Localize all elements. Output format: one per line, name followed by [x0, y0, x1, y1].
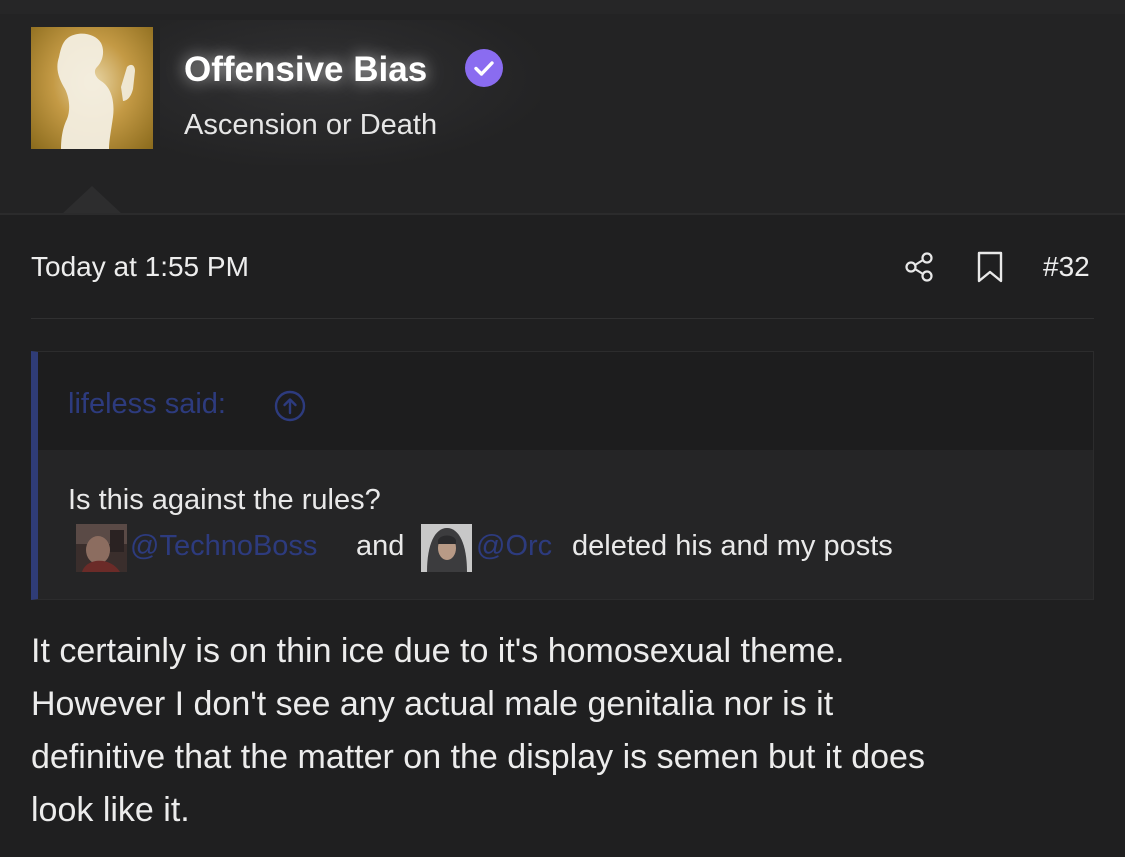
mention-connector: and [356, 530, 405, 562]
meta-divider [31, 318, 1094, 319]
author-name[interactable]: Offensive Bias [184, 50, 427, 90]
post-body-line: definitive that the matter on the displa… [31, 738, 925, 776]
header-pointer [62, 186, 122, 214]
share-icon[interactable] [902, 250, 936, 284]
mention-technoboss[interactable]: @TechnoBoss [130, 530, 317, 563]
author-title: Ascension or Death [184, 109, 438, 141]
header-divider [0, 213, 1125, 215]
quote-text: Is this against the rules? [68, 484, 381, 516]
post-body-line: It certainly is on thin ice due to it's … [31, 632, 845, 670]
bookmark-icon[interactable] [975, 250, 1005, 284]
quote-text-tail: deleted his and my posts [572, 530, 893, 562]
quote-block: lifeless said: Is this against the rules… [31, 351, 1094, 600]
post-body-line: However I don't see any actual male geni… [31, 685, 834, 723]
verified-badge-icon [465, 49, 503, 87]
name-glow [160, 20, 540, 165]
arrow-up-circle-icon[interactable] [274, 390, 306, 422]
quote-author-link[interactable]: lifeless said: [68, 388, 226, 421]
avatar-silhouette-image [57, 33, 135, 149]
top-strip [0, 0, 1125, 14]
mention-orc[interactable]: @Orc [476, 530, 552, 563]
post-number-link[interactable]: #32 [1043, 251, 1090, 283]
orc-avatar[interactable] [421, 524, 472, 572]
author-avatar[interactable] [31, 27, 153, 149]
technoboss-avatar[interactable] [76, 524, 127, 572]
post-body-line: look like it. [31, 791, 190, 829]
quote-header: lifeless said: [38, 352, 1093, 450]
quote-mentions-line: @TechnoBoss and @Orc deleted his and my … [68, 524, 1078, 572]
post-body: It certainly is on thin ice due to it's … [31, 625, 1101, 837]
post-date[interactable]: Today at 1:55 PM [31, 251, 249, 283]
quote-content: Is this against the rules? @TechnoBoss a… [38, 450, 1093, 599]
